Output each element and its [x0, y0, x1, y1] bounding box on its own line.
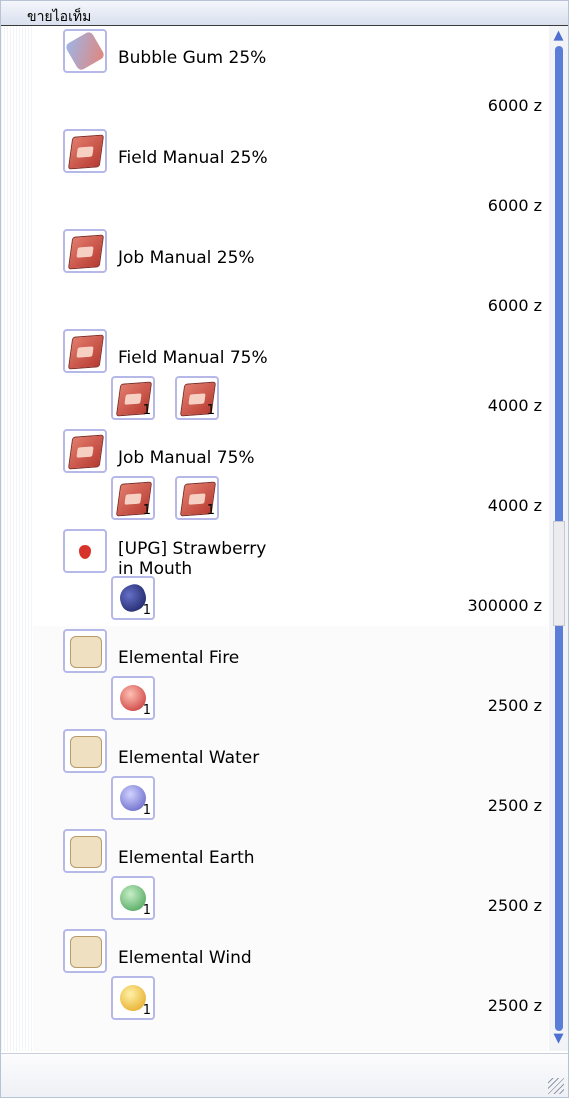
- item-price: 2500 z: [487, 896, 542, 915]
- item-price: 4000 z: [487, 396, 542, 415]
- list-item[interactable]: Job Manual 25% 6000 z: [1, 226, 549, 326]
- strawberry-icon: [79, 545, 91, 559]
- item-slot[interactable]: [63, 929, 107, 973]
- item-slot[interactable]: [63, 329, 107, 373]
- card-slots: 1 1: [111, 376, 239, 424]
- item-price: 2500 z: [487, 796, 542, 815]
- item-price: 4000 z: [487, 496, 542, 515]
- item-name: Job Manual 75%: [118, 448, 255, 468]
- scroll-up-icon[interactable]: ▲: [550, 28, 567, 44]
- item-name: Field Manual 25%: [118, 148, 268, 168]
- item-slot[interactable]: [63, 429, 107, 473]
- card-quantity: 1: [206, 403, 215, 418]
- card-slot[interactable]: 1: [111, 676, 155, 720]
- card-slot[interactable]: 1: [111, 476, 155, 520]
- item-name: Elemental Fire: [118, 648, 240, 668]
- item-slot[interactable]: [63, 629, 107, 673]
- card-slot[interactable]: 1: [111, 976, 155, 1020]
- card-slot[interactable]: 1: [111, 876, 155, 920]
- manual-book-icon: [67, 134, 105, 170]
- scroll-icon: [70, 836, 102, 868]
- card-slots: 1: [111, 576, 175, 624]
- card-quantity: 1: [142, 403, 151, 418]
- card-quantity: 1: [142, 903, 151, 918]
- card-slot[interactable]: 1: [111, 376, 155, 420]
- card-slots: 1: [111, 776, 175, 824]
- sell-item-window: ขายไอเท็ม Bubble Gum 25% 6000 z Field Ma…: [0, 0, 569, 1098]
- item-name: Field Manual 75%: [118, 348, 268, 368]
- list-item[interactable]: Elemental Earth 1 2500 z: [1, 826, 549, 926]
- card-slot[interactable]: 1: [111, 776, 155, 820]
- item-name: [UPG] Strawberry in Mouth: [118, 539, 266, 579]
- item-price: 2500 z: [487, 996, 542, 1015]
- item-name: Job Manual 25%: [118, 248, 255, 268]
- list-item[interactable]: Bubble Gum 25% 6000 z: [1, 26, 549, 126]
- list-item[interactable]: Elemental Fire 1 2500 z: [1, 626, 549, 726]
- scroll-down-icon[interactable]: ▼: [550, 1031, 567, 1047]
- item-slot[interactable]: [63, 729, 107, 773]
- item-slot[interactable]: [63, 129, 107, 173]
- scrollbar-thumb[interactable]: [553, 521, 565, 626]
- vertical-scrollbar[interactable]: ▲ ▼: [549, 26, 568, 1051]
- item-slot[interactable]: [63, 529, 107, 573]
- list-item[interactable]: Elemental Wind 1 2500 z: [1, 926, 549, 1026]
- card-quantity: 1: [142, 703, 151, 718]
- item-slot[interactable]: [63, 229, 107, 273]
- item-slot[interactable]: [63, 29, 107, 73]
- item-price: 300000 z: [467, 596, 542, 615]
- item-name: Bubble Gum 25%: [118, 48, 267, 68]
- window-titlebar[interactable]: ขายไอเท็ม: [1, 1, 568, 26]
- card-quantity: 1: [142, 503, 151, 518]
- manual-book-icon: [67, 434, 105, 470]
- card-quantity: 1: [206, 503, 215, 518]
- bubble-gum-icon: [64, 30, 106, 72]
- window-footer: [1, 1053, 568, 1097]
- card-slots: 1: [111, 876, 175, 924]
- item-price: 6000 z: [487, 296, 542, 315]
- card-quantity: 1: [142, 1003, 151, 1018]
- window-title: ขายไอเท็ม: [27, 9, 92, 25]
- card-slot[interactable]: 1: [175, 376, 219, 420]
- card-slot[interactable]: 1: [111, 576, 155, 620]
- manual-book-icon: [67, 334, 105, 370]
- item-price: 6000 z: [487, 196, 542, 215]
- card-quantity: 1: [142, 803, 151, 818]
- item-price: 2500 z: [487, 696, 542, 715]
- list-item[interactable]: Field Manual 25% 6000 z: [1, 126, 549, 226]
- card-slot[interactable]: 1: [175, 476, 219, 520]
- card-slots: 1: [111, 976, 175, 1024]
- item-slot[interactable]: [63, 829, 107, 873]
- scroll-icon: [70, 736, 102, 768]
- card-slots: 1: [111, 676, 175, 724]
- card-slots: 1 1: [111, 476, 239, 524]
- card-quantity: 1: [142, 603, 151, 618]
- list-item[interactable]: Job Manual 75% 1 1 4000 z: [1, 426, 549, 526]
- item-price: 6000 z: [487, 96, 542, 115]
- resize-grip-icon[interactable]: [548, 1078, 564, 1094]
- scroll-icon: [70, 636, 102, 668]
- item-name: Elemental Water: [118, 748, 260, 768]
- item-name-line: [UPG] Strawberry: [118, 539, 267, 559]
- item-name: Elemental Earth: [118, 848, 255, 868]
- item-name: Elemental Wind: [118, 948, 252, 968]
- list-item[interactable]: [UPG] Strawberry in Mouth 1 300000 z: [1, 526, 549, 626]
- list-item[interactable]: Field Manual 75% 1 1 4000 z: [1, 326, 549, 426]
- manual-book-icon: [67, 234, 105, 270]
- list-item[interactable]: Elemental Water 1 2500 z: [1, 726, 549, 826]
- scroll-icon: [70, 936, 102, 968]
